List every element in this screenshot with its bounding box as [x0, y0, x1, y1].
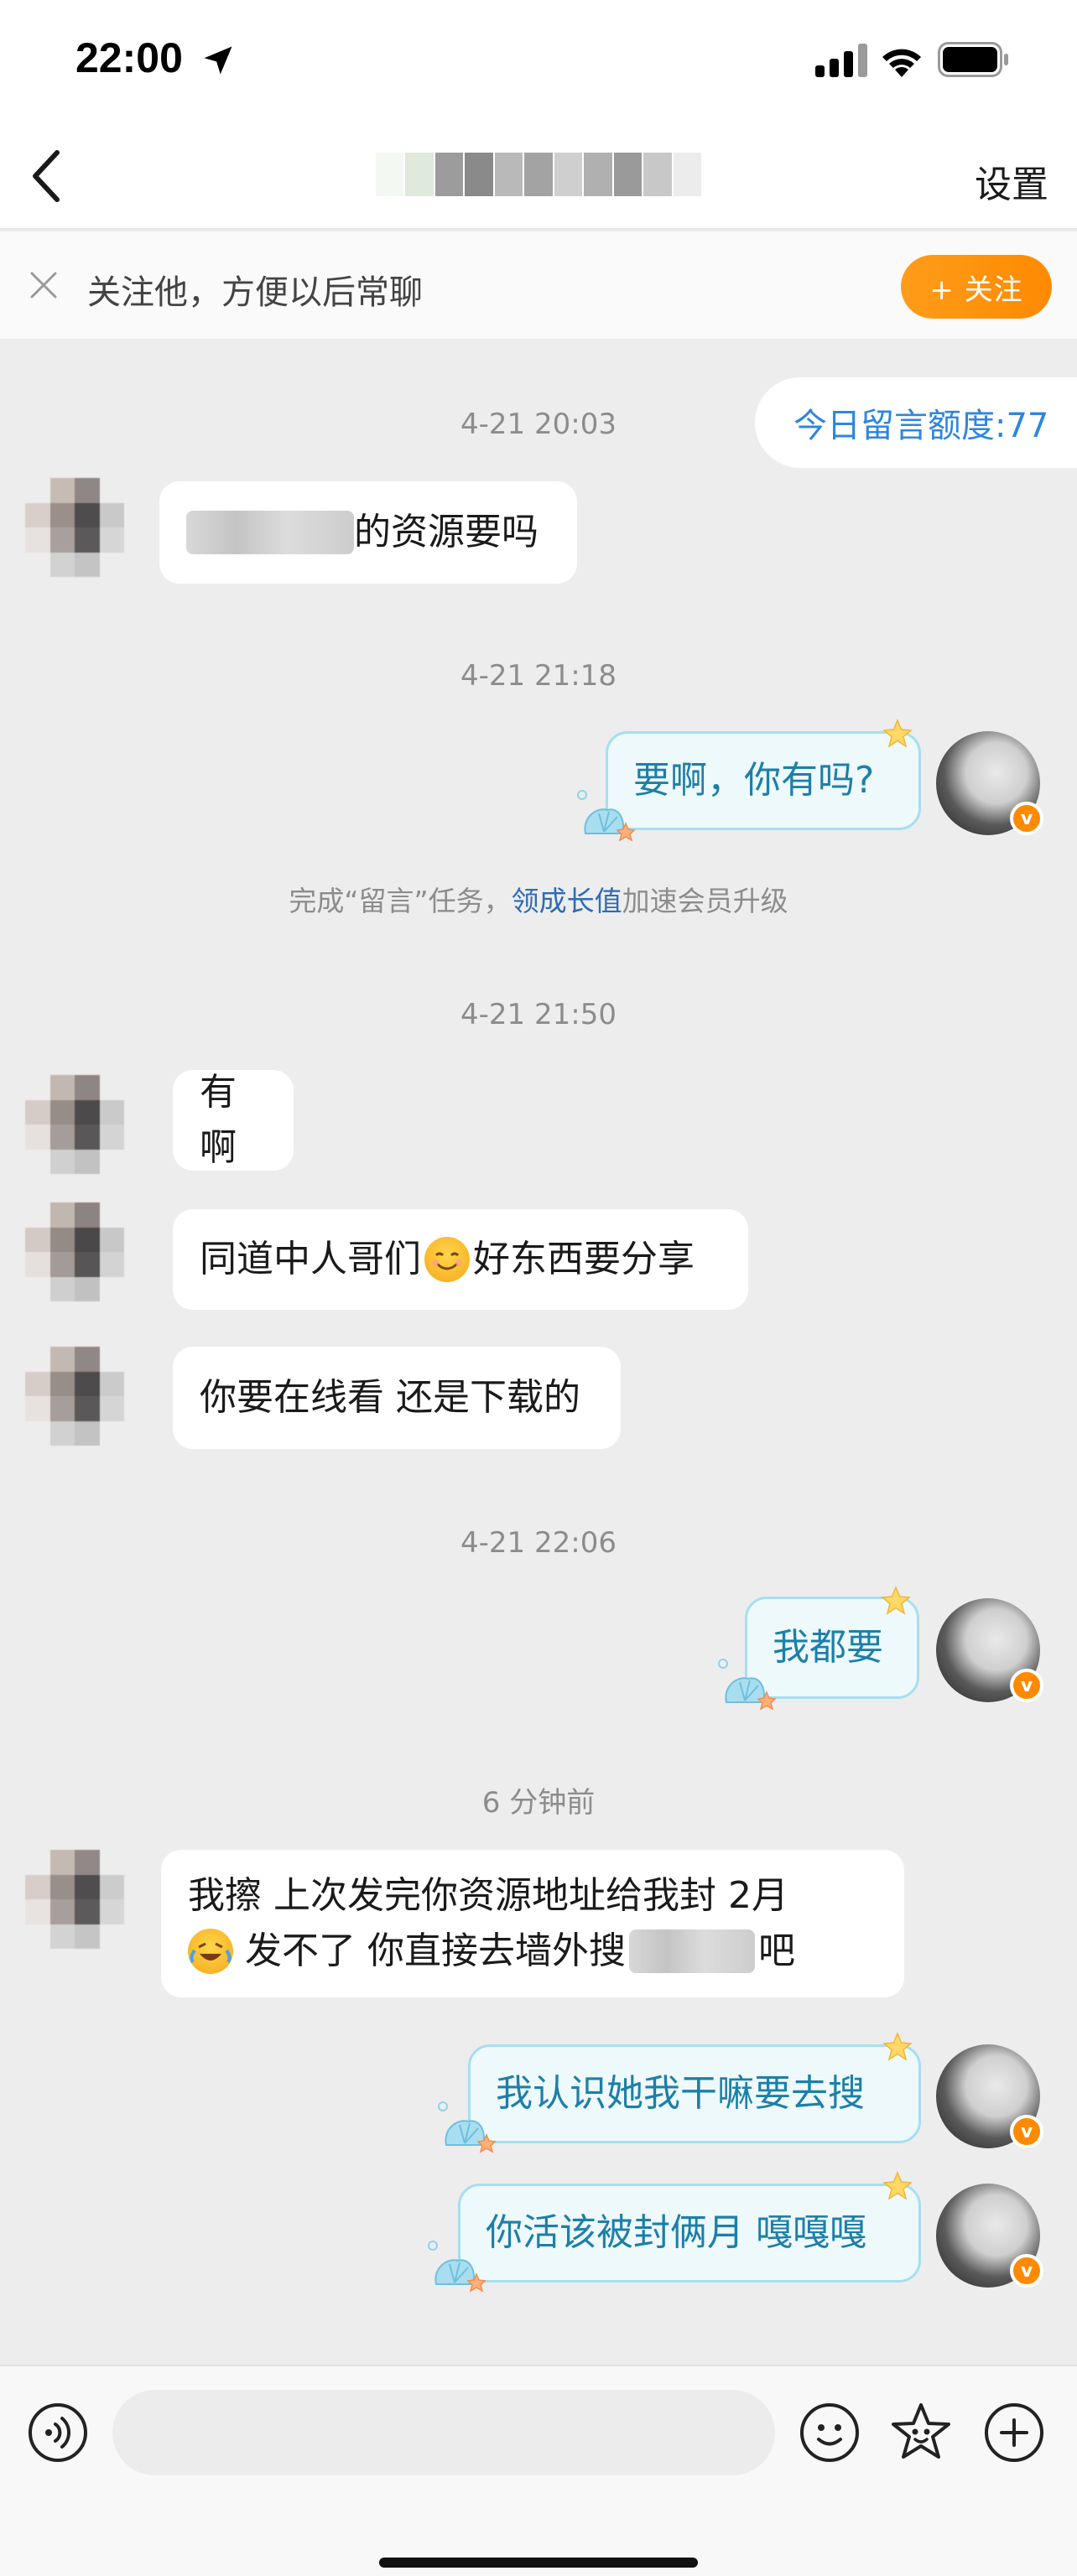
follow-button[interactable]: + 关注 — [901, 255, 1052, 319]
settings-button[interactable]: 设置 — [975, 154, 1048, 208]
chat-area[interactable]: 今日留言额度:77 4-21 20:03 的资源要吗 4-21 21:18 要啊… — [0, 340, 1077, 2365]
nav-bar: 设置 — [0, 126, 1077, 230]
status-time: 22:00 — [75, 34, 183, 81]
timestamp: 4-21 21:50 — [460, 998, 617, 1031]
timestamp: 6 分钟前 — [481, 1786, 596, 1820]
incoming-message[interactable]: 我擦 上次发完你资源地址给我封 2月 发不了 你直接去墙外搜 吧 — [161, 1850, 904, 1997]
shell-decoration-icon — [438, 2101, 497, 2153]
contact-avatar[interactable] — [25, 1850, 124, 1949]
incoming-message[interactable]: 的资源要吗 — [159, 481, 577, 584]
star-decoration-icon — [882, 2032, 913, 2061]
emoji-icon[interactable] — [799, 2402, 861, 2464]
contact-avatar[interactable] — [25, 1202, 124, 1301]
timestamp: 4-21 21:18 — [460, 659, 617, 693]
location-arrow-icon — [204, 46, 232, 75]
close-icon[interactable] — [29, 270, 59, 300]
message-text: 我认识她我干嘛要去搜 — [496, 2072, 865, 2115]
verified-badge-icon: v — [1010, 802, 1043, 835]
verified-badge-icon: v — [1010, 2254, 1043, 2288]
message-text: 要啊，你有吗? — [633, 759, 875, 802]
my-avatar[interactable]: v — [936, 2044, 1043, 2148]
message-text: 我都要 — [773, 1626, 883, 1669]
message-text: 有啊 — [200, 1071, 237, 1169]
incoming-message[interactable]: 你要在线看 还是下载的 — [173, 1347, 621, 1449]
nav-title-redacted — [376, 146, 703, 203]
voice-icon[interactable] — [27, 2402, 89, 2464]
follow-prompt-text: 关注他，方便以后常聊 — [87, 273, 423, 312]
home-indicator — [379, 2558, 698, 2568]
shell-decoration-icon — [428, 2241, 486, 2293]
message-text-end: 吧 — [758, 1929, 795, 1972]
status-bar: 22:00 — [0, 0, 1077, 126]
growth-value-link[interactable]: 领成长值 — [512, 885, 622, 917]
wifi-icon — [882, 49, 921, 77]
message-text: 同道中人哥们 — [200, 1238, 421, 1280]
star-decoration-icon — [881, 1586, 911, 1615]
task-notice: 完成“留言”任务，领成长值加速会员升级 — [0, 879, 1077, 919]
crying-laughing-emoji-icon — [188, 1929, 233, 1974]
message-text: 的资源要吗 — [354, 511, 538, 553]
contact-avatar[interactable] — [25, 478, 124, 577]
my-avatar[interactable]: v — [936, 731, 1043, 835]
message-text-line1: 我擦 上次发完你资源地址给我封 2月 — [188, 1874, 788, 1917]
message-text: 你活该被封俩月 嘎嘎嘎 — [486, 2211, 866, 2254]
verified-badge-icon: v — [1010, 2115, 1043, 2148]
redacted-text — [186, 511, 354, 554]
plus-icon[interactable] — [983, 2402, 1045, 2464]
redacted-text — [629, 1929, 755, 1973]
sticker-icon[interactable] — [887, 2400, 955, 2465]
star-decoration-icon — [882, 2171, 913, 2200]
outgoing-message[interactable]: 我认识她我干嘛要去搜 — [468, 2044, 921, 2143]
timestamp: 4-21 20:03 — [460, 408, 617, 441]
follow-banner: 关注他，方便以后常聊 + 关注 — [0, 231, 1077, 340]
message-text: 发不了 你直接去墙外搜 — [245, 1929, 626, 1972]
message-text-line2: 发不了 你直接去墙外搜 吧 — [188, 1924, 795, 1979]
signal-icon — [815, 44, 867, 77]
contact-avatar[interactable] — [25, 1075, 124, 1174]
my-avatar[interactable]: v — [936, 2184, 1043, 2288]
contact-avatar[interactable] — [25, 1347, 124, 1446]
message-text-2: 好东西要分享 — [473, 1238, 695, 1280]
shell-decoration-icon — [577, 790, 636, 842]
outgoing-message[interactable]: 要啊，你有吗? — [606, 731, 921, 830]
incoming-message[interactable]: 同道中人哥们 好东西要分享 — [173, 1209, 748, 1310]
timestamp: 4-21 22:06 — [460, 1526, 617, 1560]
message-text: 你要在线看 还是下载的 — [200, 1376, 580, 1419]
my-avatar[interactable]: v — [936, 1598, 1043, 1702]
notice-text-suffix: 加速会员升级 — [622, 885, 788, 917]
notice-text: 完成“留言”任务， — [289, 885, 512, 917]
input-bar — [0, 2365, 1077, 2576]
verified-badge-icon: v — [1010, 1669, 1043, 1702]
battery-icon — [938, 42, 1008, 77]
smiling-face-emoji-icon — [424, 1237, 470, 1282]
outgoing-message[interactable]: 你活该被封俩月 嘎嘎嘎 — [458, 2184, 921, 2283]
star-decoration-icon — [882, 719, 913, 748]
shell-decoration-icon — [718, 1659, 777, 1711]
message-input[interactable] — [112, 2390, 775, 2475]
incoming-message[interactable]: 有啊 — [173, 1070, 294, 1171]
back-chevron-icon[interactable] — [25, 146, 67, 206]
